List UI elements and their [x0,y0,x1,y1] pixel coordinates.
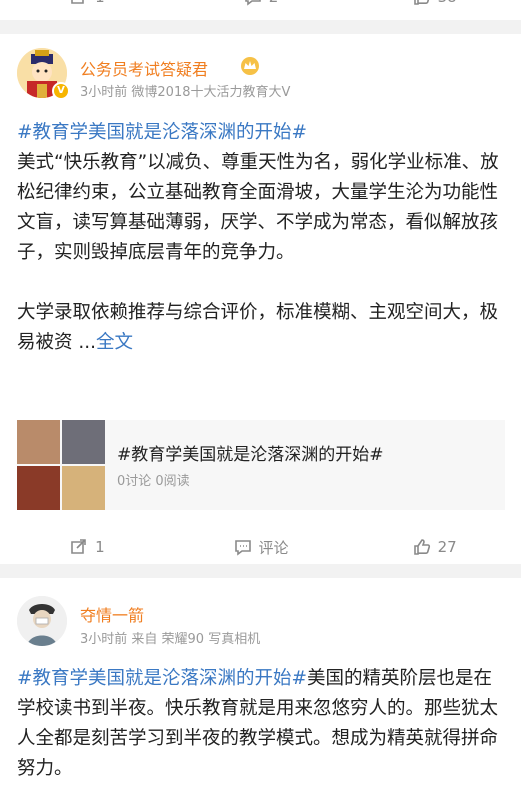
author-name[interactable]: 夺情一箭 [80,602,144,626]
like-button[interactable]: 27 [347,537,521,557]
hashtag-link[interactable]: #教育学美国就是沦落深渊的开始# [17,668,307,689]
separator [0,564,521,578]
repost-icon [71,0,84,4]
post-2: 夺情一箭 3小时前 来自 荣耀90 写真相机 #教育学美国就是沦落深渊的开始#美… [0,578,521,800]
repost-button[interactable]: 1 [0,537,174,557]
like-count: 38 [438,0,457,6]
post-paragraph-1: #教育学美国就是沦落深渊的开始# 美式“快乐教育”以减负、尊重天性为名，弱化学业标… [17,122,499,263]
crown-icon [238,56,262,80]
like-button[interactable]: 38 [347,0,521,7]
comment-count: 2 [269,0,279,6]
comment-icon [234,540,251,556]
repost-button[interactable]: 1 [0,0,174,7]
author-name[interactable]: 公务员考试答疑君 [80,56,208,80]
card-thumbnail [17,420,105,510]
card-stats: 0讨论 0阅读 [117,474,190,489]
post-action-bar: 1 评论 27 [0,528,521,566]
repost-icon [71,539,86,554]
card-title: #教育学美国就是沦落深渊的开始# [117,445,384,465]
post-1: V 公务员考试答疑君 3小时前 微博2018十大活力教育大V #教育学美国就是沦… [0,34,521,564]
topic-card[interactable]: #教育学美国就是沦落深渊的开始# 0讨论 0阅读 [17,420,505,510]
thumbs-up-icon [413,539,430,555]
comment-label: 评论 [258,538,289,557]
post-paragraph-2: 大学录取依赖推荐与综合评价，标准模糊、主观空间大，极易被资 ...全文 [17,302,499,353]
separator [0,20,521,34]
repost-count: 1 [95,538,105,556]
avatar[interactable] [17,596,67,646]
post-meta: 3小时前 来自 荣耀90 写真相机 [80,632,261,647]
comment-icon [244,0,261,6]
hashtag-link[interactable]: #教育学美国就是沦落深渊的开始# [17,122,307,143]
top-action-bar: 1 2 38 [0,0,521,16]
expand-full-text-link[interactable]: 全文 [96,332,133,353]
like-count: 27 [437,538,457,556]
thumbs-up-icon [413,0,429,5]
avatar-image [17,596,67,646]
repost-count: 1 [95,0,105,6]
post-body: #教育学美国就是沦落深渊的开始#美国的精英阶层也是在学校读书到半夜。快乐教育就是… [17,668,499,779]
comment-button[interactable]: 2 [174,0,348,7]
post-body: #教育学美国就是沦落深渊的开始# 美式“快乐教育”以减负、尊重天性为名，弱化学业标… [17,118,507,358]
comment-button[interactable]: 评论 [174,537,348,558]
verified-badge-icon: V [52,82,70,100]
post-meta: 3小时前 微博2018十大活力教育大V [80,85,291,100]
